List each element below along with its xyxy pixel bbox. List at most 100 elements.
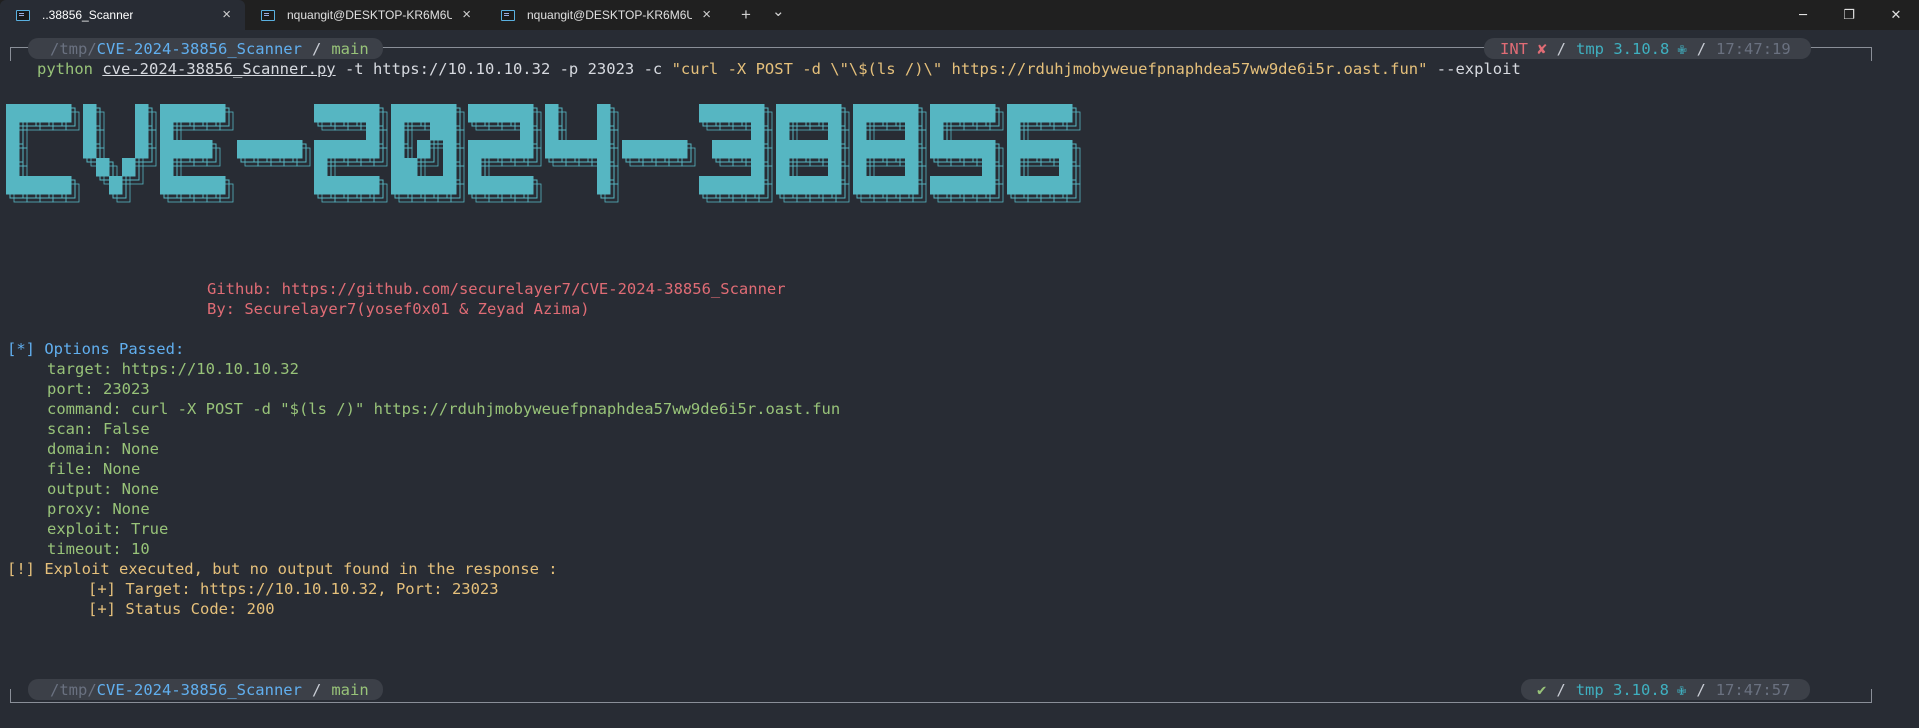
- banner-cell: [699, 176, 713, 195]
- banner-cell: [1059, 104, 1073, 123]
- banner-cell: [391, 158, 405, 177]
- option-line: exploit: True: [47, 520, 169, 538]
- banner-cell: [699, 104, 713, 123]
- banner-cell: [802, 176, 816, 195]
- banner-cell: [751, 176, 765, 195]
- banner-cell: [314, 158, 328, 177]
- banner-cell: [340, 104, 354, 123]
- banner-cell: [853, 140, 867, 159]
- path-dir: CVE-2024-38856_Scanner: [96, 680, 302, 699]
- banner-cell: [366, 122, 380, 141]
- banner-cell: [828, 176, 842, 195]
- python-icon: ✙: [1677, 680, 1687, 699]
- terminal-icon: [16, 9, 30, 21]
- minimize-button[interactable]: ─: [1780, 0, 1826, 30]
- banner-cell: [815, 140, 829, 159]
- banner-cell: [879, 140, 893, 159]
- banner-cell: [186, 104, 200, 123]
- banner-cell: [751, 122, 765, 141]
- banner-cell: [160, 176, 174, 195]
- prompt-separator: /: [1696, 680, 1706, 699]
- tab-label: ..38856_Scanner: [42, 8, 134, 22]
- banner-cell: [879, 176, 893, 195]
- banner-cell: [6, 104, 20, 123]
- close-tab-icon[interactable]: ×: [702, 7, 711, 22]
- prompt-left-segment: /tmp/CVE-2024-38856_Scanner / main: [28, 38, 383, 59]
- banner-cell: [776, 158, 790, 177]
- banner-cell: [122, 158, 136, 177]
- banner-cell: [314, 140, 328, 159]
- close-window-button[interactable]: ✕: [1873, 0, 1919, 30]
- banner-cell: [545, 140, 559, 159]
- banner-cell: [1059, 158, 1073, 177]
- tab-dropdown-button[interactable]: ⌄: [772, 3, 785, 20]
- banner-cell: [853, 122, 867, 141]
- new-tab-button[interactable]: +: [741, 6, 751, 23]
- command-script: cve-2024-38856_Scanner.py: [102, 60, 336, 78]
- banner-cell: [648, 140, 662, 159]
- command-tail: --exploit: [1427, 60, 1521, 78]
- banner-cell: [828, 122, 842, 141]
- banner-glyph: [776, 104, 850, 203]
- tab-label: nquangit@DESKTOP-KR6M6US: [287, 8, 452, 22]
- banner-cell: [340, 140, 354, 159]
- banner-glyph: [83, 104, 157, 203]
- close-tab-icon[interactable]: ×: [462, 7, 471, 22]
- banner-cell: [199, 140, 213, 159]
- banner-cell: [507, 104, 521, 123]
- banner-cell: [135, 104, 149, 123]
- banner-cell: [905, 176, 919, 195]
- option-line: output: None: [47, 480, 159, 498]
- option-line: scan: False: [47, 420, 150, 438]
- banner-cell: [1033, 176, 1047, 195]
- banner-cell: [776, 140, 790, 159]
- banner-cell: [866, 104, 880, 123]
- banner-cell: [58, 176, 72, 195]
- tab-nquangit-1[interactable]: nquangit@DESKTOP-KR6M6US ×: [245, 0, 485, 30]
- banner-cell: [622, 140, 636, 159]
- banner-cell: [597, 176, 611, 195]
- banner-cell: [83, 104, 97, 123]
- banner-cell: [520, 140, 534, 159]
- banner-cell: [725, 104, 739, 123]
- banner-cell: [892, 176, 906, 195]
- banner-cell: [1059, 140, 1073, 159]
- banner-cell: [19, 176, 33, 195]
- banner-cell: [481, 176, 495, 195]
- maximize-button[interactable]: ❐: [1826, 0, 1872, 30]
- banner-cell: [199, 104, 213, 123]
- option-line: proxy: None: [47, 500, 150, 518]
- banner-cell: [340, 176, 354, 195]
- banner-cell: [366, 140, 380, 159]
- banner-cell: [738, 140, 752, 159]
- banner-cell: [520, 176, 534, 195]
- banner-cell: [443, 104, 457, 123]
- prompt-separator: /: [1696, 39, 1707, 58]
- banner-cell: [32, 176, 46, 195]
- terminal-icon: [261, 9, 275, 21]
- tab-scanner[interactable]: ..38856_Scanner ×: [0, 0, 245, 30]
- tab-nquangit-2[interactable]: nquangit@DESKTOP-KR6M6US ×: [485, 0, 725, 30]
- banner-cell: [905, 158, 919, 177]
- banner-cell: [712, 104, 726, 123]
- prompt-bar-bottom: /tmp/CVE-2024-38856_Scanner / main ✔ / tmp 3…: [10, 679, 1872, 703]
- banner-cell: [173, 104, 187, 123]
- banner-cell: [879, 104, 893, 123]
- command-line: python cve-2024-38856_Scanner.py -t http…: [37, 59, 1521, 79]
- banner-cell: [1033, 104, 1047, 123]
- banner-cell: [314, 104, 328, 123]
- banner-cell: [109, 176, 123, 195]
- banner-cell: [6, 140, 20, 159]
- banner-cell: [520, 104, 534, 123]
- banner-cell: [199, 176, 213, 195]
- tab-label: nquangit@DESKTOP-KR6M6US: [527, 8, 692, 22]
- banner-cell: [738, 176, 752, 195]
- banner-cell: [135, 140, 149, 159]
- banner-cell: [930, 140, 944, 159]
- close-tab-icon[interactable]: ×: [222, 7, 231, 22]
- banner-cell: [263, 140, 277, 159]
- prompt-left-segment: /tmp/CVE-2024-38856_Scanner / main: [28, 679, 383, 700]
- banner-glyph: [237, 140, 311, 167]
- banner-cell: [250, 140, 264, 159]
- banner-cell: [353, 104, 367, 123]
